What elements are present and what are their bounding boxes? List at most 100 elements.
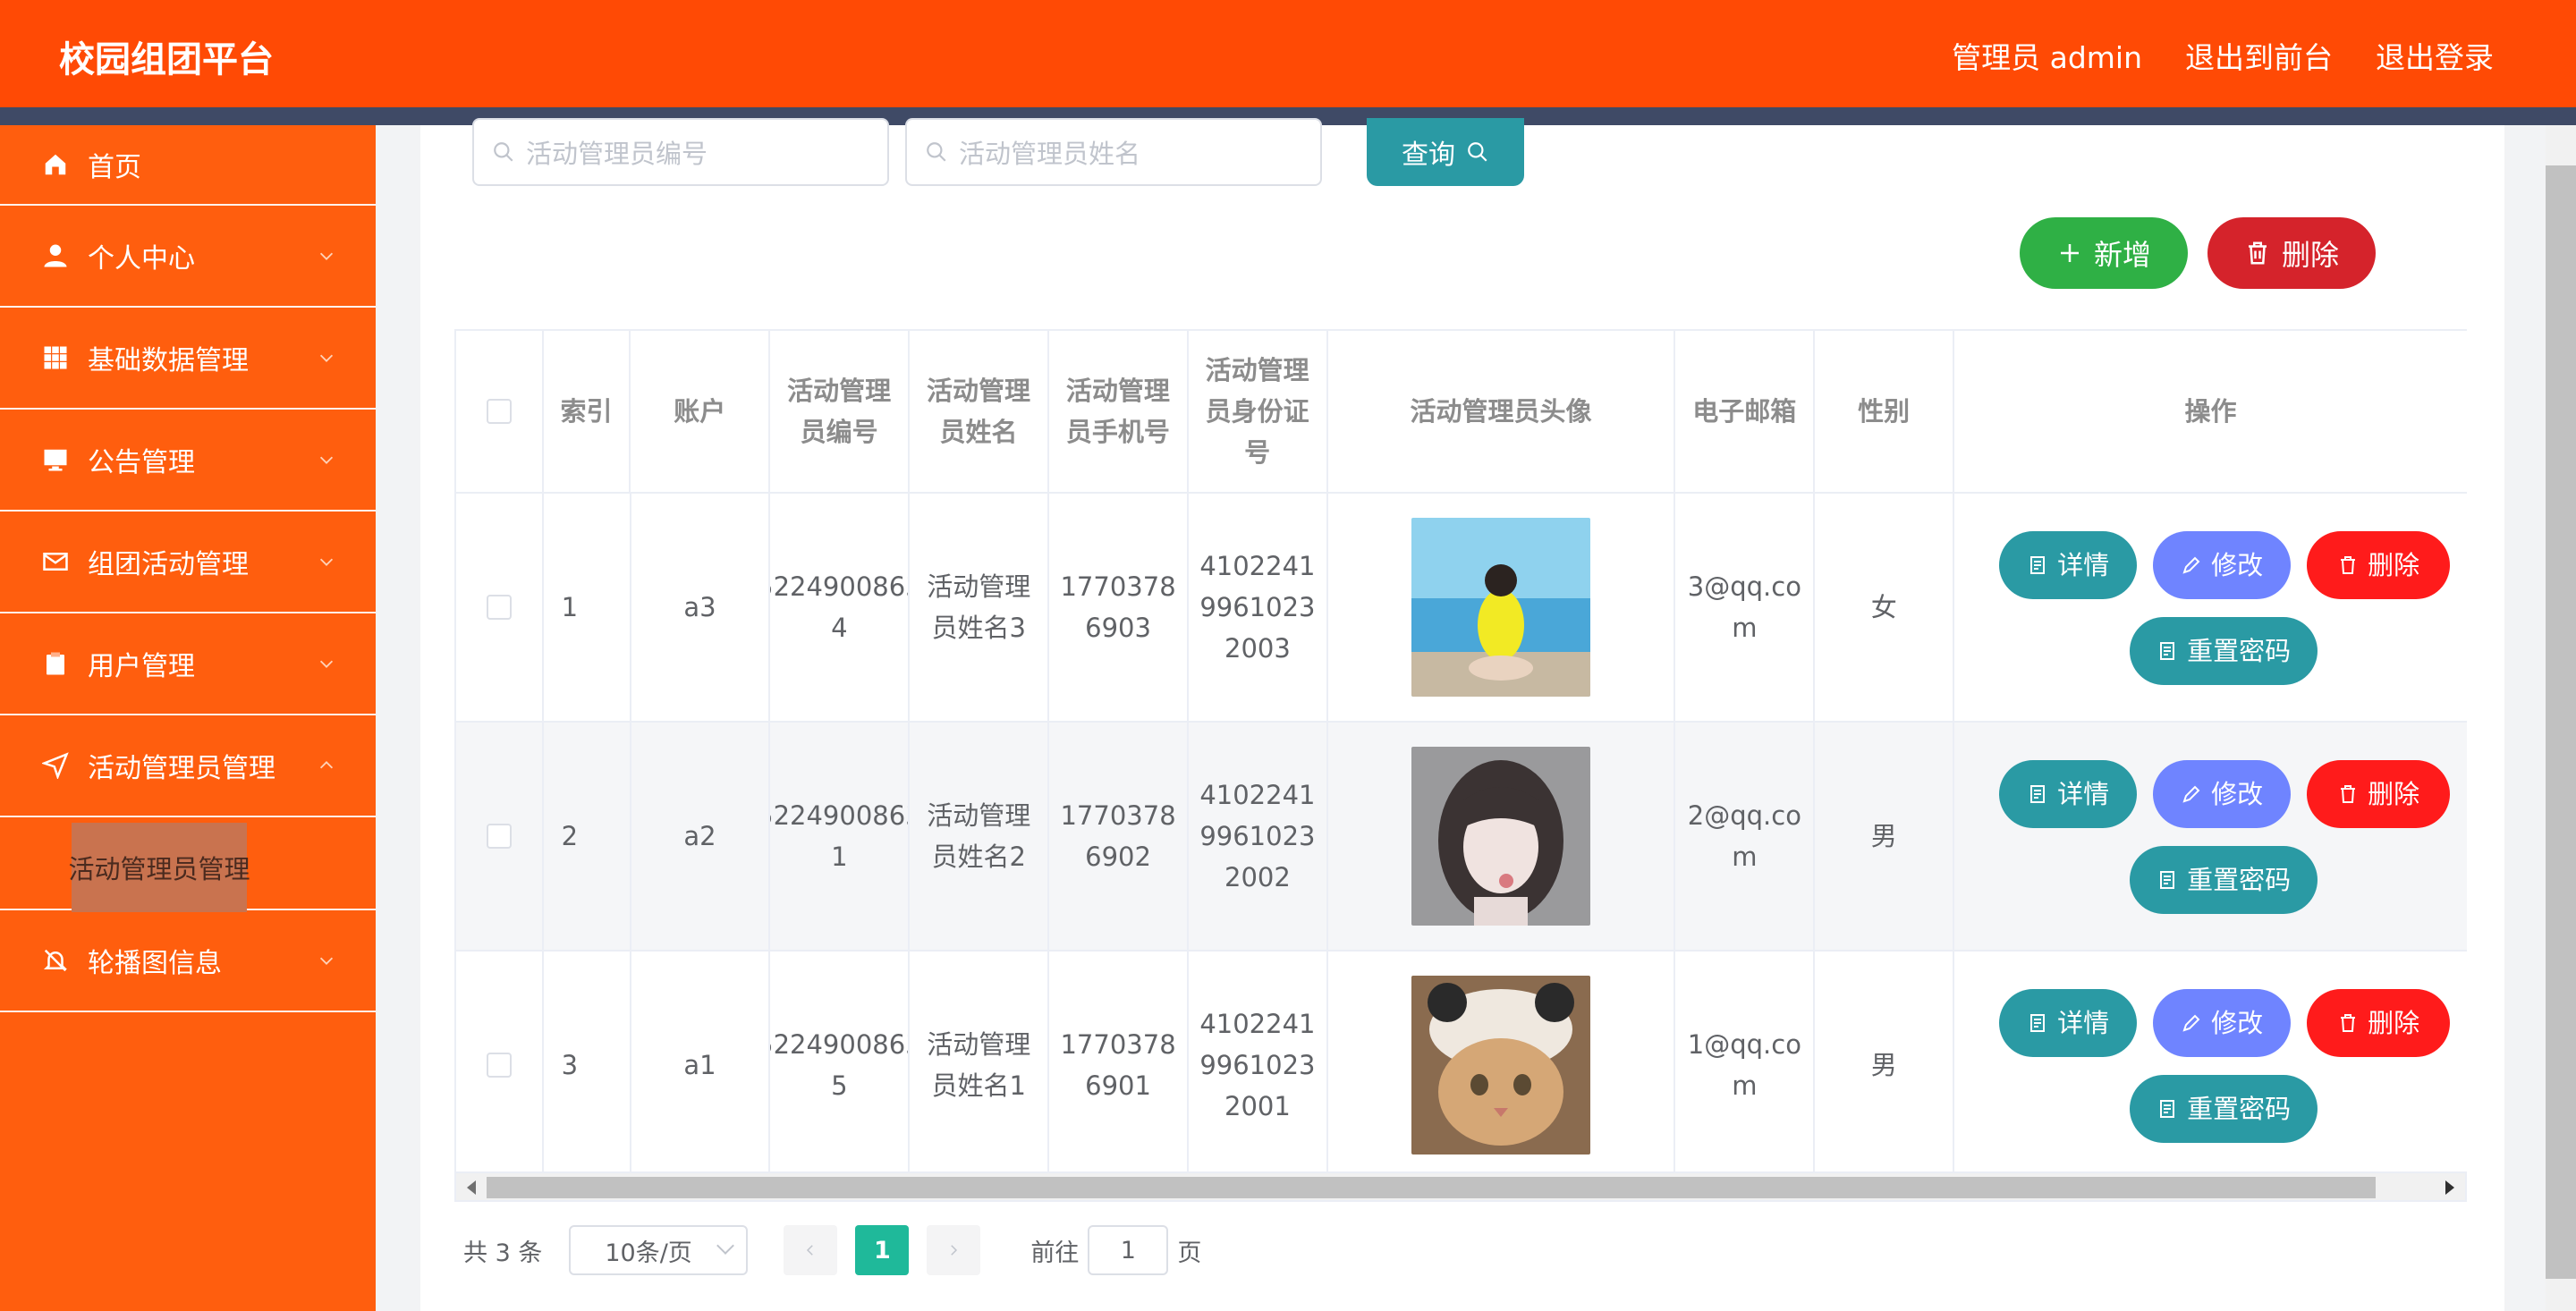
delete-label: 删除 (2281, 238, 2339, 272)
query-button[interactable]: 查询 (1367, 118, 1524, 186)
reset-password-button[interactable]: 重置密码 (2130, 617, 2318, 685)
sidebar-item-base-data[interactable]: 基础数据管理 (0, 308, 376, 410)
avatar-image[interactable] (1411, 747, 1591, 926)
search-admin-name-placeholder: 活动管理员姓名 (959, 139, 1141, 169)
row-delete-label: 删除 (2368, 550, 2420, 580)
search-admin-name-input[interactable]: 活动管理员姓名 (905, 118, 1322, 186)
detail-label: 详情 (2057, 779, 2110, 809)
row-select[interactable] (456, 494, 544, 721)
next-page-button[interactable] (927, 1225, 981, 1275)
chevron-up-icon (319, 761, 334, 769)
row-checkbox[interactable] (486, 824, 512, 849)
detail-button[interactable]: 详情 (1999, 989, 2138, 1057)
cell-gender: 男 (1815, 952, 1955, 1179)
cell-number: 16522490086359 4 (770, 494, 911, 721)
header-account: 账户 (631, 331, 771, 492)
cell-phone: 17703786901 (1049, 952, 1189, 1179)
document-icon (2030, 1014, 2046, 1032)
add-button[interactable]: 新增 (2020, 217, 2188, 289)
reset-password-button[interactable]: 重置密码 (2130, 846, 2318, 914)
sidebar-item-label: 公告管理 (88, 447, 195, 478)
sidebar-item-carousel[interactable]: 轮播图信息 (0, 910, 376, 1012)
sidebar-item-activity[interactable]: 组团活动管理 (0, 512, 376, 613)
sidebar-subitem-activity-admin-manage[interactable]: 活动管理员管理 (69, 823, 250, 912)
detail-button[interactable]: 详情 (1999, 760, 2138, 828)
monitor-icon (41, 445, 70, 474)
table-horizontal-scrollbar[interactable] (454, 1171, 2467, 1202)
sidebar: 首页 个人中心 基础数据管理 公告管理 组团活动管理 用户管理 活动管理员管理 … (0, 125, 376, 1311)
cell-phone: 17703786902 (1049, 723, 1189, 950)
sidebar-item-notice[interactable]: 公告管理 (0, 410, 376, 512)
goto-page-input[interactable]: 1 (1088, 1225, 1169, 1275)
cell-phone: 17703786903 (1049, 494, 1189, 721)
cell-account: a2 (631, 723, 771, 950)
row-delete-button[interactable]: 删除 (2307, 760, 2451, 828)
scrollbar-thumb[interactable] (487, 1177, 2376, 1198)
row-checkbox[interactable] (486, 1053, 512, 1078)
search-admin-id-placeholder: 活动管理员编号 (526, 139, 708, 169)
sidebar-item-activity-admins[interactable]: 活动管理员管理 (0, 715, 376, 817)
sidebar-item-label: 活动管理员管理 (88, 753, 275, 784)
page-number-current[interactable]: 1 (855, 1225, 910, 1275)
admin-label[interactable]: 管理员 admin (1952, 34, 2142, 77)
scroll-left-arrow-icon[interactable] (467, 1180, 476, 1195)
row-select[interactable] (456, 723, 544, 950)
sidebar-item-home[interactable]: 首页 (0, 125, 376, 206)
chevron-right-icon (951, 1245, 958, 1256)
add-label: 新增 (2093, 238, 2151, 272)
header-gender: 性别 (1815, 331, 1954, 492)
chevron-down-icon (319, 558, 334, 566)
row-delete-button[interactable]: 删除 (2307, 989, 2451, 1057)
avatar-image[interactable] (1411, 976, 1591, 1155)
search-admin-id-input[interactable]: 活动管理员编号 (472, 118, 889, 186)
document-icon (2160, 1100, 2175, 1118)
detail-label: 详情 (2057, 1008, 2110, 1038)
cell-gender: 女 (1815, 494, 1955, 721)
sidebar-item-users[interactable]: 用户管理 (0, 613, 376, 715)
page-size-select[interactable]: 10条/页 (569, 1225, 749, 1275)
reset-password-button[interactable]: 重置密码 (2130, 1075, 2318, 1143)
header-name: 活动管理员姓名 (910, 331, 1049, 492)
row-select[interactable] (456, 952, 544, 1179)
row-checkbox[interactable] (486, 595, 512, 620)
cell-index: 2 (544, 723, 631, 950)
cell-ops: 详情 修改 删除 重置密码 (1954, 494, 2467, 721)
home-icon (41, 150, 70, 179)
batch-delete-button[interactable]: 删除 (2207, 217, 2376, 289)
total-count: 共 3 条 (463, 1239, 543, 1267)
header-select-all[interactable] (456, 331, 544, 492)
document-icon (2160, 871, 2175, 889)
cell-gender: 男 (1815, 723, 1955, 950)
header-ops: 操作 (2184, 396, 2237, 427)
cell-account: a1 (631, 952, 771, 1179)
pencil-icon (2182, 556, 2200, 574)
cell-account: a3 (631, 494, 771, 721)
plus-icon (2060, 244, 2079, 262)
cell-name: 活动管理员姓名3 (910, 494, 1050, 721)
edit-button[interactable]: 修改 (2153, 531, 2292, 599)
edit-button[interactable]: 修改 (2153, 989, 2292, 1057)
row-delete-button[interactable]: 删除 (2307, 531, 2451, 599)
bell-off-icon (41, 946, 70, 975)
row-delete-label: 删除 (2368, 779, 2420, 809)
cell-email: 3@qq.com (1675, 494, 1816, 721)
edit-button[interactable]: 修改 (2153, 760, 2292, 828)
avatar-image[interactable] (1411, 518, 1591, 697)
top-header: 校园组团平台 管理员 admin 退出到前台 退出登录 (0, 0, 2576, 107)
chevron-down-icon (319, 660, 334, 668)
sidebar-item-profile[interactable]: 个人中心 (0, 206, 376, 308)
reset-password-label: 重置密码 (2187, 636, 2292, 666)
cell-avatar (1328, 723, 1676, 950)
cell-name: 活动管理员姓名2 (910, 723, 1050, 950)
select-all-checkbox[interactable] (486, 399, 512, 424)
edit-label: 修改 (2211, 1008, 2264, 1038)
prev-page-button[interactable] (784, 1225, 838, 1275)
scroll-right-arrow-icon[interactable] (2445, 1180, 2454, 1195)
exit-to-front-link[interactable]: 退出到前台 (2185, 34, 2333, 77)
detail-button[interactable]: 详情 (1999, 531, 2138, 599)
trash-icon (2248, 241, 2267, 265)
cell-idcard: 410224199610232003 (1189, 494, 1328, 721)
scrollbar-thumb[interactable] (2546, 165, 2576, 1279)
navigation-icon (41, 751, 70, 780)
logout-link[interactable]: 退出登录 (2376, 34, 2494, 77)
